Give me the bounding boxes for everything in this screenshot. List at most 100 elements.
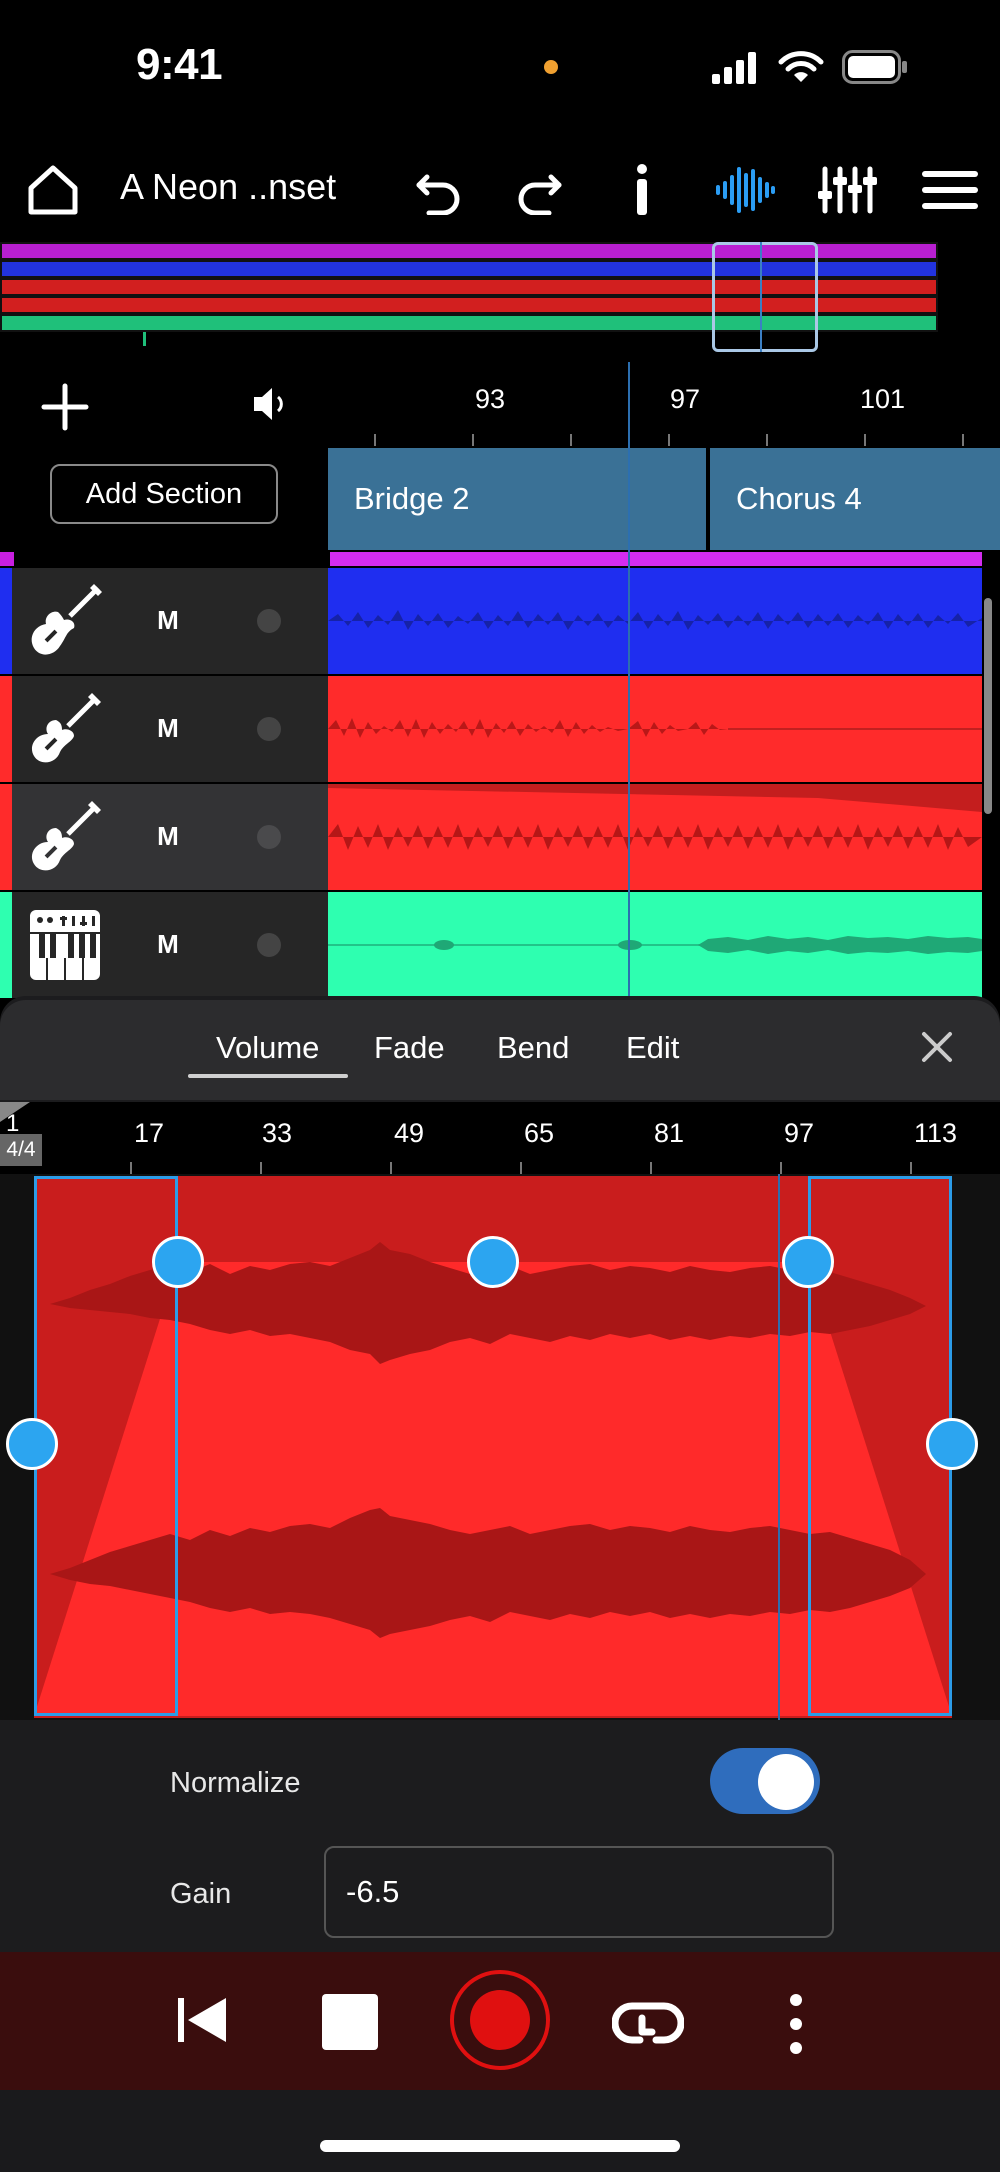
ruler-tick	[260, 1162, 262, 1174]
waveform	[328, 936, 982, 954]
home-indicator[interactable]	[320, 2140, 680, 2152]
waveform	[328, 610, 982, 630]
record-arm-button[interactable]	[257, 717, 281, 741]
mute-button[interactable]: M	[150, 708, 186, 748]
track-header[interactable]: M	[0, 568, 328, 674]
transport-bar	[0, 1952, 1000, 2090]
editor-ruler[interactable]: 1 4/4 17 33 49 65 81 97 113	[0, 1102, 1000, 1174]
overview-viewport[interactable]	[712, 242, 818, 352]
toggle-knob	[758, 1754, 814, 1810]
track-lane[interactable]	[328, 784, 982, 890]
active-tab-underline	[188, 1074, 348, 1078]
tab-fade[interactable]: Fade	[374, 1030, 445, 1066]
ruler-tick	[962, 434, 964, 446]
track-row[interactable]: M	[0, 784, 1000, 890]
track-color-strip	[0, 568, 12, 674]
song-overview[interactable]	[0, 238, 938, 352]
track-row[interactable]: M	[0, 568, 1000, 674]
playhead	[628, 362, 630, 996]
ruler-label: 97	[784, 1118, 815, 1148]
speaker-icon[interactable]	[252, 384, 288, 424]
record-arm-button[interactable]	[257, 933, 281, 957]
tab-edit[interactable]: Edit	[626, 1030, 679, 1066]
ruler-tick	[374, 434, 376, 446]
mute-button[interactable]: M	[150, 816, 186, 856]
normalize-label: Normalize	[170, 1767, 301, 1799]
battery-icon	[842, 50, 907, 84]
add-section-button[interactable]: Add Section	[50, 464, 278, 524]
wifi-icon	[778, 51, 824, 82]
more-icon[interactable]	[782, 1992, 810, 2056]
region-end-handle[interactable]	[926, 1418, 978, 1470]
volume-envelope-editor[interactable]	[0, 1174, 1000, 1720]
ruler-label: 49	[394, 1118, 425, 1148]
close-icon[interactable]	[920, 1030, 954, 1064]
track-header[interactable]: M	[0, 784, 328, 890]
ruler-tick	[780, 1162, 782, 1174]
mute-button[interactable]: M	[150, 600, 186, 640]
info-icon	[637, 164, 647, 215]
undo-icon	[416, 174, 460, 215]
ruler-tick	[766, 434, 768, 446]
section-block[interactable]: Chorus 4	[710, 448, 1000, 550]
bar-label: 97	[670, 384, 701, 414]
home-bar-area	[0, 2090, 1000, 2172]
stop-icon[interactable]	[322, 1994, 378, 2050]
ruler-label: 81	[654, 1118, 685, 1148]
waveform-editor-button[interactable]	[712, 150, 778, 230]
info-button[interactable]	[624, 150, 660, 230]
ruler-tick	[650, 1162, 652, 1174]
bar-label: 101	[860, 384, 906, 414]
ruler-tick	[910, 1162, 912, 1174]
waveform	[328, 784, 982, 850]
track-header[interactable]: M	[0, 892, 328, 998]
ruler-label: 33	[262, 1118, 293, 1148]
bar-label: 93	[475, 384, 506, 414]
ruler-tick	[570, 434, 572, 446]
menu-icon	[922, 171, 978, 209]
ruler-tick	[472, 434, 474, 446]
tab-bend[interactable]: Bend	[497, 1030, 569, 1066]
menu-button[interactable]	[918, 150, 982, 230]
ruler-tick	[864, 434, 866, 446]
track-row[interactable]: M	[0, 676, 1000, 782]
gain-label: Gain	[170, 1878, 232, 1910]
add-track-icon[interactable]	[40, 382, 90, 432]
track-lane[interactable]	[328, 568, 982, 674]
ruler-tick	[390, 1162, 392, 1174]
home-button[interactable]	[20, 150, 86, 230]
electric-guitar-icon	[31, 693, 101, 763]
cellular-signal-icon	[712, 52, 756, 84]
track-lane[interactable]	[328, 892, 982, 998]
project-title[interactable]: A Neon ..nset	[120, 166, 336, 208]
rewind-icon[interactable]	[176, 1994, 228, 2046]
vertical-scrollbar[interactable]	[984, 598, 992, 814]
gain-input[interactable]: -6.5	[324, 1846, 834, 1938]
section-block[interactable]: Bridge 2	[328, 448, 706, 550]
undo-button[interactable]	[408, 150, 468, 230]
overview-playhead	[760, 242, 762, 352]
loop-icon[interactable]	[612, 1992, 684, 2052]
record-arm-button[interactable]	[257, 609, 281, 633]
ruler-tick	[520, 1162, 522, 1174]
home-icon	[28, 165, 78, 215]
envelope-handle[interactable]	[152, 1236, 204, 1288]
ruler-label: 113	[914, 1118, 958, 1148]
redo-button[interactable]	[510, 150, 570, 230]
region-start-handle[interactable]	[6, 1418, 58, 1470]
timeline-ruler[interactable]: 93 97 101	[328, 362, 1000, 450]
mute-button[interactable]: M	[150, 924, 186, 964]
ruler-label: 65	[524, 1118, 555, 1148]
track-header[interactable]: M	[0, 676, 328, 782]
mixer-icon	[818, 166, 877, 214]
redo-icon	[518, 174, 562, 215]
mixer-button[interactable]	[814, 150, 880, 230]
track-lane[interactable]	[328, 676, 982, 782]
tab-volume[interactable]: Volume	[216, 1030, 319, 1066]
record-arm-button[interactable]	[257, 825, 281, 849]
envelope-handle[interactable]	[782, 1236, 834, 1288]
ruler-label: 17	[134, 1118, 165, 1148]
track-row[interactable]: M	[0, 892, 1000, 998]
envelope-handle[interactable]	[467, 1236, 519, 1288]
keyboard-icon	[30, 910, 100, 980]
